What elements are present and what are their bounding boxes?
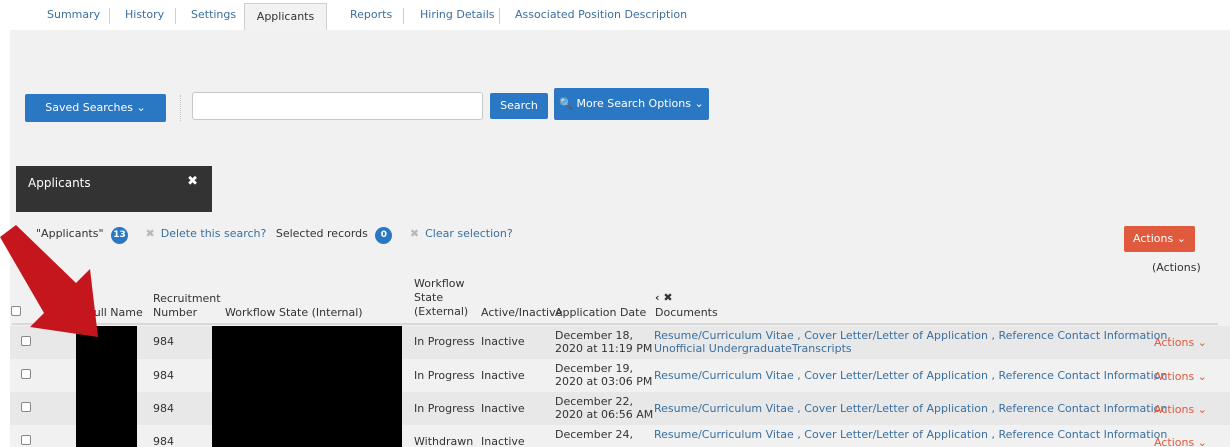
- header-divider: [12, 323, 1218, 325]
- toolbar-divider: [180, 95, 181, 121]
- recruitment-number: 984: [153, 335, 174, 348]
- documents-links[interactable]: Resume/Curriculum Vitae , Cover Letter/L…: [654, 330, 1171, 342]
- tab-reports[interactable]: Reports: [350, 8, 392, 21]
- column-header-recruitment-number[interactable]: Recruitment Number: [153, 292, 223, 320]
- row-checkbox[interactable]: [21, 402, 31, 412]
- tab-hiring-details[interactable]: Hiring Details: [420, 8, 495, 21]
- application-date-line1: December 18,: [555, 329, 634, 342]
- active-status: Inactive: [481, 402, 525, 415]
- recruitment-number: 984: [153, 402, 174, 415]
- application-date-line1: December 22,: [555, 395, 634, 408]
- more-search-options-button[interactable]: 🔍 More Search Options ⌄: [554, 88, 709, 120]
- clear-icon[interactable]: ✖: [410, 227, 419, 240]
- close-icon[interactable]: ✖: [187, 174, 198, 189]
- table-row: 984 In Progress Inactive December 19, 20…: [10, 359, 1230, 392]
- table-row: 984 In Progress Inactive December 22, 20…: [10, 392, 1230, 425]
- redacted-workflow-state-internal: [212, 326, 402, 447]
- column-header-documents[interactable]: Documents: [655, 306, 718, 320]
- column-header-application-date[interactable]: Application Date: [555, 306, 646, 320]
- tab-divider: [403, 8, 404, 24]
- application-date-line1: December 19,: [555, 362, 634, 375]
- row-checkbox[interactable]: [21, 435, 31, 445]
- workflow-state-external: Withdrawn: [414, 435, 474, 447]
- search-input[interactable]: [192, 92, 483, 120]
- tab-associated-position-description[interactable]: Associated Position Description: [515, 8, 687, 21]
- tab-summary[interactable]: Summary: [47, 8, 100, 21]
- application-date-line2: 2020 at 06:56 AM: [555, 408, 654, 421]
- application-date-line2: 2020 at 11:19 PM: [555, 342, 653, 355]
- tab-applicants[interactable]: Applicants: [244, 3, 327, 31]
- clear-selection-link[interactable]: Clear selection?: [425, 227, 513, 240]
- workflow-state-external: In Progress: [414, 335, 475, 348]
- red-arrow-annotation: [0, 225, 98, 337]
- table-row: 984 Withdrawn Inactive December 24, Resu…: [10, 425, 1230, 447]
- tab-settings[interactable]: Settings: [191, 8, 236, 21]
- actions-column-header: (Actions): [1152, 261, 1201, 274]
- delete-search-link[interactable]: Delete this search?: [161, 227, 267, 240]
- active-status: Inactive: [481, 335, 525, 348]
- tab-divider: [109, 8, 110, 24]
- documents-links[interactable]: Resume/Curriculum Vitae , Cover Letter/L…: [654, 403, 1167, 415]
- saved-search-tab-label: Applicants: [28, 176, 91, 190]
- search-button[interactable]: Search: [490, 93, 548, 119]
- documents-collapse-controls[interactable]: ‹ ✖: [655, 291, 673, 305]
- documents-links-continued[interactable]: Unofficial UndergraduateTranscripts: [654, 343, 852, 355]
- selected-count-badge: 0: [375, 227, 393, 244]
- selected-records-label: Selected records: [275, 227, 368, 240]
- active-status: Inactive: [481, 435, 525, 447]
- column-header-workflow-internal[interactable]: Workflow State (Internal): [225, 306, 363, 320]
- workflow-state-external: In Progress: [414, 402, 475, 415]
- tab-bar: Summary History Settings Applicants Repo…: [0, 0, 1230, 31]
- tab-divider: [499, 8, 500, 24]
- delete-icon[interactable]: ✖: [146, 227, 155, 240]
- column-header-active-inactive[interactable]: Active/Inactive: [481, 306, 562, 320]
- row-actions-button[interactable]: Actions ⌄: [1154, 336, 1207, 349]
- workflow-state-external: In Progress: [414, 369, 475, 382]
- active-status: Inactive: [481, 369, 525, 382]
- recruitment-number: 984: [153, 369, 174, 382]
- application-date-line2: 2020 at 03:06 PM: [555, 375, 653, 388]
- tab-history[interactable]: History: [125, 8, 164, 21]
- row-checkbox[interactable]: [21, 369, 31, 379]
- actions-button[interactable]: Actions ⌄: [1124, 226, 1195, 252]
- documents-links[interactable]: Resume/Curriculum Vitae , Cover Letter/L…: [654, 370, 1167, 382]
- tab-divider: [175, 8, 176, 24]
- recruitment-number: 984: [153, 435, 174, 447]
- saved-searches-button[interactable]: Saved Searches ⌄: [25, 94, 166, 122]
- saved-search-tab[interactable]: Applicants ✖: [16, 166, 212, 212]
- table-row: 984 In Progress Inactive December 18, 20…: [10, 326, 1230, 359]
- applicant-count-badge: 13: [111, 227, 129, 244]
- row-actions-button[interactable]: Actions ⌄: [1154, 436, 1207, 447]
- column-header-workflow-external[interactable]: Workflow State (External): [414, 277, 469, 319]
- documents-links[interactable]: Resume/Curriculum Vitae , Cover Letter/L…: [654, 429, 1167, 441]
- row-actions-button[interactable]: Actions ⌄: [1154, 403, 1207, 416]
- application-date-line1: December 24,: [555, 428, 634, 441]
- row-actions-button[interactable]: Actions ⌄: [1154, 370, 1207, 383]
